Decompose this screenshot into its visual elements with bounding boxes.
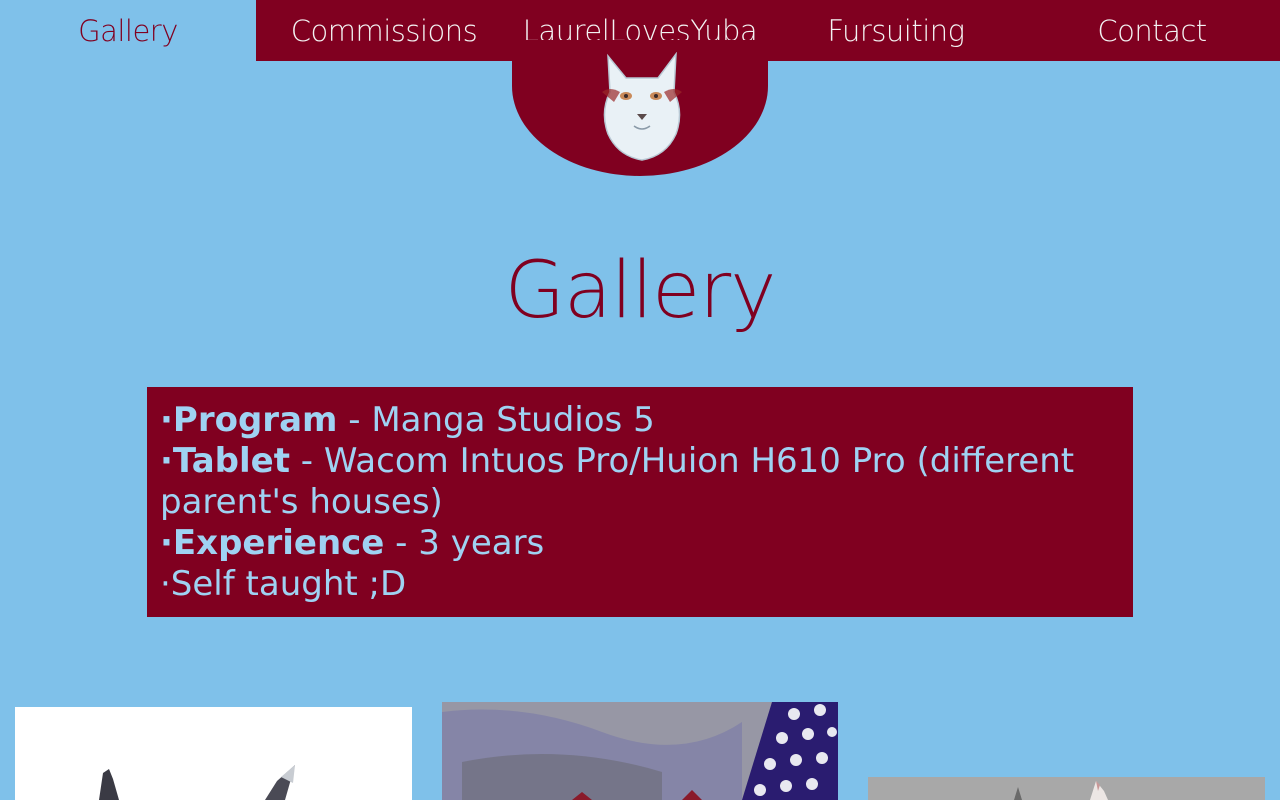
gallery-image-3[interactable] [868, 777, 1265, 800]
experience-label: ·Experience [160, 523, 385, 563]
white-cat-head-icon [602, 52, 682, 161]
gallery-image-1[interactable] [15, 707, 412, 800]
tablet-value: - Wacom Intuos Pro/Huion H610 Pro (diffe… [160, 441, 1075, 522]
info-experience: ·Experience - 3 years [160, 523, 1120, 564]
program-value: - Manga Studios 5 [337, 400, 655, 440]
info-program: ·Program - Manga Studios 5 [160, 400, 1120, 441]
page-title: Gallery [504, 246, 777, 336]
gallery-image-2[interactable] [442, 702, 838, 800]
tablet-label: ·Tablet [160, 441, 290, 481]
gallery-image-1-art [99, 765, 295, 800]
experience-value: - 3 years [384, 523, 545, 563]
program-label: ·Program [160, 400, 338, 440]
gallery-image-2-art [442, 702, 838, 800]
nav-item-contact[interactable]: Contact [1024, 0, 1280, 61]
nav-item-gallery[interactable]: Gallery [0, 0, 256, 61]
info-tablet: ·Tablet - Wacom Intuos Pro/Huion H610 Pr… [160, 441, 1120, 523]
info-box: ·Program - Manga Studios 5 ·Tablet - Wac… [147, 387, 1133, 617]
gallery-image-3-art [1014, 781, 1108, 800]
nav-item-commissions[interactable]: Commissions [256, 0, 512, 61]
nav-item-fursuiting[interactable]: Fursuiting [768, 0, 1024, 61]
info-note: ·Self taught ;D [160, 564, 407, 604]
